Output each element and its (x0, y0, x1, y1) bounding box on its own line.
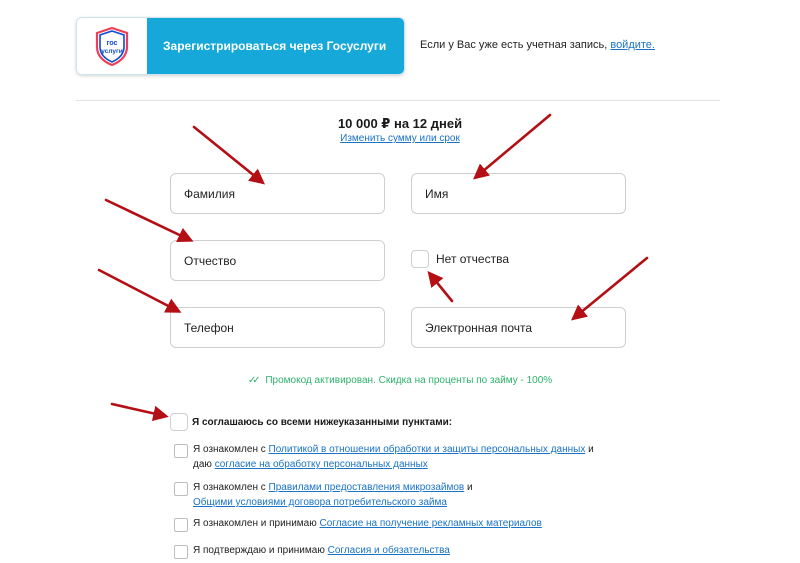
phone-field[interactable]: Телефон (170, 307, 385, 348)
double-check-icon: ✓✓ (247, 375, 261, 386)
agreement-text: Я ознакомлен с (193, 482, 266, 493)
gosuslugi-logo: гос услуги (77, 18, 147, 74)
last-name-placeholder: Фамилия (184, 186, 235, 201)
annotation-arrows (97, 113, 649, 422)
agreement-checkbox-rules[interactable] (174, 482, 188, 496)
gosuslugi-shield-icon: гос услуги (95, 26, 129, 67)
privacy-policy-link[interactable]: Политикой в отношении обработки и защиты… (269, 444, 586, 455)
agreement-text: даю (193, 459, 212, 470)
promo-status: ✓✓ Промокод активирован. Скидка на проце… (0, 375, 800, 386)
no-middle-name-checkbox[interactable] (411, 250, 429, 268)
obligations-link[interactable]: Согласия и обязательства (328, 545, 450, 556)
divider (76, 100, 720, 101)
last-name-field[interactable]: Фамилия (170, 173, 385, 214)
agreement-checkbox-ads[interactable] (174, 518, 188, 532)
promo-text: Промокод активирован. Скидка на проценты… (265, 375, 553, 386)
agreement-text: Я ознакомлен с (193, 444, 266, 455)
middle-name-placeholder: Отчество (184, 253, 237, 268)
first-name-placeholder: Имя (425, 186, 449, 201)
loan-terms-link[interactable]: Общими условиями договора потребительско… (193, 497, 447, 508)
agree-all-label: Я соглашаюсь со всеми нижеуказанными пун… (192, 417, 453, 428)
agree-all-checkbox[interactable] (170, 413, 188, 431)
agreement-text: Я подтверждаю и принимаю (193, 545, 325, 556)
login-link[interactable]: войдите. (610, 39, 655, 51)
agreement-text: Я ознакомлен и принимаю (193, 518, 317, 529)
gosuslugi-register-button[interactable]: гос услуги Зарегистрироваться через Госу… (76, 17, 405, 75)
agreement-text: и (588, 444, 594, 455)
change-loan-link[interactable]: Изменить сумму или срок (340, 133, 460, 144)
agreement-checkbox-obligations[interactable] (174, 545, 188, 559)
personal-data-consent-link[interactable]: согласие на обработку персональных данны… (215, 459, 428, 470)
arrow-to-agree-all (110, 402, 169, 422)
email-placeholder: Электронная почта (425, 320, 533, 335)
agreement-obligations: Я подтверждаю и принимаю Согласия и обяз… (193, 543, 450, 558)
svg-text:услуги: услуги (101, 48, 122, 55)
gosuslugi-button-label: Зарегистрироваться через Госуслуги (147, 18, 404, 74)
svg-text:гос: гос (107, 40, 118, 47)
phone-placeholder: Телефон (184, 320, 234, 335)
agreement-ads: Я ознакомлен и принимаю Согласие на полу… (193, 516, 542, 531)
agreement-rules: Я ознакомлен с Правилами предоставления … (193, 480, 473, 510)
login-hint: Если у Вас уже есть учетная запись, войд… (420, 39, 655, 51)
first-name-field[interactable]: Имя (411, 173, 626, 214)
loan-amount: 10 000 ₽ на 12 дней (337, 116, 463, 131)
email-field[interactable]: Электронная почта (411, 307, 626, 348)
change-loan-link-wrap: Изменить сумму или срок (0, 133, 800, 144)
arrow-to-no-middle-name (427, 270, 454, 303)
ads-consent-link[interactable]: Согласие на получение рекламных материал… (320, 518, 542, 529)
agreement-text: и (467, 482, 473, 493)
login-hint-text: Если у Вас уже есть учетная запись, (420, 39, 608, 51)
agreement-personal-data: Я ознакомлен с Политикой в отношении обр… (193, 442, 594, 472)
no-middle-name-label: Нет отчества (436, 252, 510, 266)
arrow-to-phone (97, 268, 182, 313)
middle-name-field[interactable]: Отчество (170, 240, 385, 281)
agreement-checkbox-personal-data[interactable] (174, 444, 188, 458)
microloan-rules-link[interactable]: Правилами предоставления микрозаймов (269, 482, 465, 493)
